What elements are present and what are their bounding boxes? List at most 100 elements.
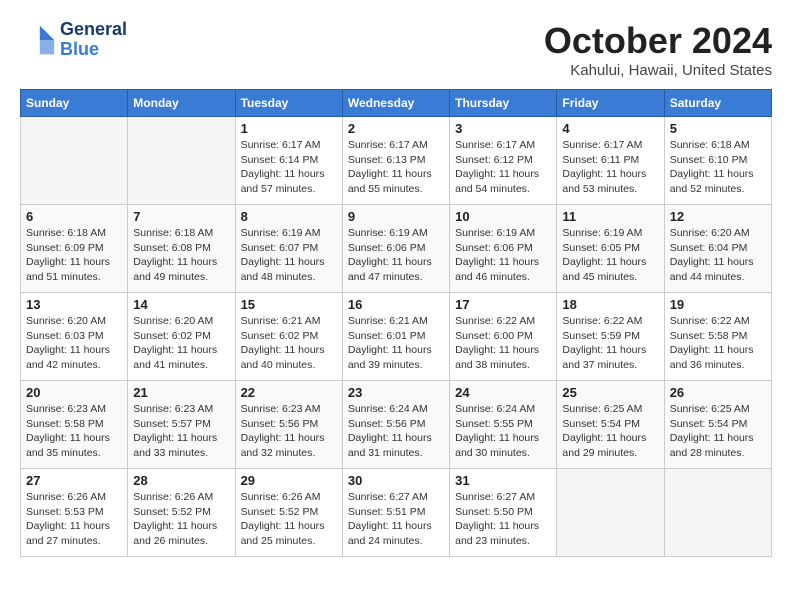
day-number: 28 <box>133 473 229 488</box>
calendar-cell: 20 Sunrise: 6:23 AM Sunset: 5:58 PM Dayli… <box>21 381 128 469</box>
calendar-cell <box>664 469 771 557</box>
day-number: 5 <box>670 121 766 136</box>
calendar-cell: 15Sunrise: 6:21 AM Sunset: 6:02 PM Dayli… <box>235 293 342 381</box>
cell-info: Sunrise: 6:17 AM Sunset: 6:13 PM Dayligh… <box>348 138 444 197</box>
day-number: 20 <box>26 385 122 400</box>
calendar-cell: 6 Sunrise: 6:18 AM Sunset: 6:09 PM Daylig… <box>21 205 128 293</box>
cell-info: Sunrise: 6:22 AM Sunset: 5:59 PM Dayligh… <box>562 314 658 373</box>
day-number: 14 <box>133 297 229 312</box>
cell-info: Sunrise: 6:25 AM Sunset: 5:54 PM Dayligh… <box>670 402 766 461</box>
day-number: 12 <box>670 209 766 224</box>
cell-info: Sunrise: 6:20 AM Sunset: 6:04 PM Dayligh… <box>670 226 766 285</box>
cell-info: Sunrise: 6:23 AM Sunset: 5:57 PM Dayligh… <box>133 402 229 461</box>
calendar-cell: 9 Sunrise: 6:19 AM Sunset: 6:06 PM Daylig… <box>342 205 449 293</box>
cell-info: Sunrise: 6:26 AM Sunset: 5:52 PM Dayligh… <box>133 490 229 549</box>
calendar-cell: 3 Sunrise: 6:17 AM Sunset: 6:12 PM Daylig… <box>450 117 557 205</box>
day-number: 18 <box>562 297 658 312</box>
cell-info: Sunrise: 6:18 AM Sunset: 6:08 PM Dayligh… <box>133 226 229 285</box>
day-header-friday: Friday <box>557 90 664 117</box>
day-number: 29 <box>241 473 337 488</box>
day-number: 9 <box>348 209 444 224</box>
location-title: Kahului, Hawaii, United States <box>544 62 772 79</box>
calendar-cell: 23 Sunrise: 6:24 AM Sunset: 5:56 PM Dayli… <box>342 381 449 469</box>
day-number: 2 <box>348 121 444 136</box>
cell-info: Sunrise: 6:17 AM Sunset: 6:14 PM Dayligh… <box>241 138 337 197</box>
cell-info: Sunrise: 6:18 AM Sunset: 6:09 PM Dayligh… <box>26 226 122 285</box>
cell-info: Sunrise: 6:19 AM Sunset: 6:07 PM Dayligh… <box>241 226 337 285</box>
day-number: 23 <box>348 385 444 400</box>
cell-info: Sunrise: 6:26 AM Sunset: 5:53 PM Dayligh… <box>26 490 122 549</box>
week-row-1: 1 Sunrise: 6:17 AM Sunset: 6:14 PM Daylig… <box>21 117 772 205</box>
calendar-cell: 18 Sunrise: 6:22 AM Sunset: 5:59 PM Dayli… <box>557 293 664 381</box>
calendar-cell: 14Sunrise: 6:20 AM Sunset: 6:02 PM Dayli… <box>128 293 235 381</box>
day-number: 16 <box>348 297 444 312</box>
calendar-cell: 13 Sunrise: 6:20 AM Sunset: 6:03 PM Dayli… <box>21 293 128 381</box>
day-number: 21 <box>133 385 229 400</box>
day-number: 7 <box>133 209 229 224</box>
day-number: 3 <box>455 121 551 136</box>
cell-info: Sunrise: 6:24 AM Sunset: 5:56 PM Dayligh… <box>348 402 444 461</box>
cell-info: Sunrise: 6:17 AM Sunset: 6:12 PM Dayligh… <box>455 138 551 197</box>
logo: General Blue <box>20 20 127 60</box>
calendar-cell: 8Sunrise: 6:19 AM Sunset: 6:07 PM Daylig… <box>235 205 342 293</box>
day-header-monday: Monday <box>128 90 235 117</box>
day-number: 19 <box>670 297 766 312</box>
calendar-cell: 26Sunrise: 6:25 AM Sunset: 5:54 PM Dayli… <box>664 381 771 469</box>
calendar-cell: 21 Sunrise: 6:23 AM Sunset: 5:57 PM Dayli… <box>128 381 235 469</box>
week-row-5: 27Sunrise: 6:26 AM Sunset: 5:53 PM Dayli… <box>21 469 772 557</box>
cell-info: Sunrise: 6:23 AM Sunset: 5:56 PM Dayligh… <box>241 402 337 461</box>
day-number: 13 <box>26 297 122 312</box>
day-number: 25 <box>562 385 658 400</box>
day-number: 22 <box>241 385 337 400</box>
calendar-cell: 25Sunrise: 6:25 AM Sunset: 5:54 PM Dayli… <box>557 381 664 469</box>
cell-info: Sunrise: 6:27 AM Sunset: 5:50 PM Dayligh… <box>455 490 551 549</box>
week-row-2: 6 Sunrise: 6:18 AM Sunset: 6:09 PM Daylig… <box>21 205 772 293</box>
month-title: October 2024 <box>544 20 772 62</box>
day-header-tuesday: Tuesday <box>235 90 342 117</box>
cell-info: Sunrise: 6:17 AM Sunset: 6:11 PM Dayligh… <box>562 138 658 197</box>
day-number: 6 <box>26 209 122 224</box>
week-row-4: 20 Sunrise: 6:23 AM Sunset: 5:58 PM Dayli… <box>21 381 772 469</box>
day-header-sunday: Sunday <box>21 90 128 117</box>
header-row: SundayMondayTuesdayWednesdayThursdayFrid… <box>21 90 772 117</box>
calendar-cell: 11 Sunrise: 6:19 AM Sunset: 6:05 PM Dayli… <box>557 205 664 293</box>
calendar-cell: 29 Sunrise: 6:26 AM Sunset: 5:52 PM Dayli… <box>235 469 342 557</box>
cell-info: Sunrise: 6:26 AM Sunset: 5:52 PM Dayligh… <box>241 490 337 549</box>
day-header-thursday: Thursday <box>450 90 557 117</box>
day-number: 24 <box>455 385 551 400</box>
cell-info: Sunrise: 6:23 AM Sunset: 5:58 PM Dayligh… <box>26 402 122 461</box>
cell-info: Sunrise: 6:19 AM Sunset: 6:06 PM Dayligh… <box>348 226 444 285</box>
cell-info: Sunrise: 6:20 AM Sunset: 6:03 PM Dayligh… <box>26 314 122 373</box>
day-number: 30 <box>348 473 444 488</box>
day-number: 11 <box>562 209 658 224</box>
calendar-cell: 1 Sunrise: 6:17 AM Sunset: 6:14 PM Daylig… <box>235 117 342 205</box>
day-number: 10 <box>455 209 551 224</box>
cell-info: Sunrise: 6:22 AM Sunset: 5:58 PM Dayligh… <box>670 314 766 373</box>
calendar-cell <box>128 117 235 205</box>
calendar-table: SundayMondayTuesdayWednesdayThursdayFrid… <box>20 89 772 557</box>
calendar-cell: 12 Sunrise: 6:20 AM Sunset: 6:04 PM Dayli… <box>664 205 771 293</box>
calendar-cell: 4Sunrise: 6:17 AM Sunset: 6:11 PM Daylig… <box>557 117 664 205</box>
calendar-cell <box>21 117 128 205</box>
cell-info: Sunrise: 6:19 AM Sunset: 6:05 PM Dayligh… <box>562 226 658 285</box>
day-number: 1 <box>241 121 337 136</box>
calendar-cell: 24Sunrise: 6:24 AM Sunset: 5:55 PM Dayli… <box>450 381 557 469</box>
cell-info: Sunrise: 6:21 AM Sunset: 6:01 PM Dayligh… <box>348 314 444 373</box>
calendar-cell: 30 Sunrise: 6:27 AM Sunset: 5:51 PM Dayli… <box>342 469 449 557</box>
cell-info: Sunrise: 6:21 AM Sunset: 6:02 PM Dayligh… <box>241 314 337 373</box>
calendar-cell: 5 Sunrise: 6:18 AM Sunset: 6:10 PM Daylig… <box>664 117 771 205</box>
week-row-3: 13 Sunrise: 6:20 AM Sunset: 6:03 PM Dayli… <box>21 293 772 381</box>
calendar-cell: 27Sunrise: 6:26 AM Sunset: 5:53 PM Dayli… <box>21 469 128 557</box>
cell-info: Sunrise: 6:27 AM Sunset: 5:51 PM Dayligh… <box>348 490 444 549</box>
day-number: 31 <box>455 473 551 488</box>
calendar-cell: 22 Sunrise: 6:23 AM Sunset: 5:56 PM Dayli… <box>235 381 342 469</box>
calendar-cell: 28 Sunrise: 6:26 AM Sunset: 5:52 PM Dayli… <box>128 469 235 557</box>
day-header-saturday: Saturday <box>664 90 771 117</box>
title-area: October 2024 Kahului, Hawaii, United Sta… <box>544 20 772 79</box>
cell-info: Sunrise: 6:18 AM Sunset: 6:10 PM Dayligh… <box>670 138 766 197</box>
logo-text-blue: Blue <box>60 40 127 60</box>
calendar-cell <box>557 469 664 557</box>
logo-icon <box>20 22 56 58</box>
calendar-cell: 2 Sunrise: 6:17 AM Sunset: 6:13 PM Daylig… <box>342 117 449 205</box>
calendar-cell: 7 Sunrise: 6:18 AM Sunset: 6:08 PM Daylig… <box>128 205 235 293</box>
